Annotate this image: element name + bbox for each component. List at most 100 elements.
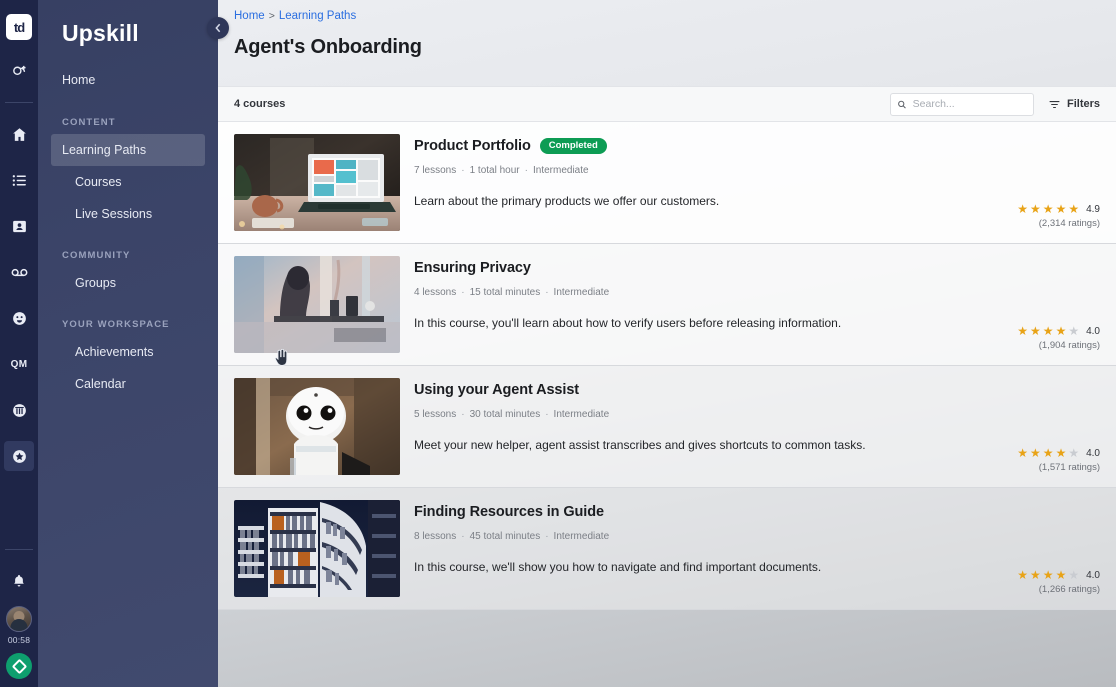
sidebar-item-calendar[interactable]: Calendar [51,368,205,400]
course-count: 4 courses [234,98,286,110]
meta-dot: · [545,287,549,298]
course-level: Intermediate [532,165,589,176]
star-icon: ★ [1030,324,1041,338]
course-lessons: 4 lessons [414,287,457,298]
star-icon: ★ [1055,568,1067,582]
avatar[interactable] [6,606,32,632]
rating-value: 4.0 [1086,325,1100,337]
ratings-count: (1,904 ratings) [1038,340,1100,351]
icon-rail: td QM 00:58 [0,0,38,687]
rail-divider-top [5,102,33,103]
list-icon[interactable] [4,165,34,195]
page-header: Home > Learning Paths Agent's Onboarding [218,0,1116,86]
ratings-count: (1,571 ratings) [1038,462,1100,473]
star-icon: ★ [1042,568,1054,582]
star-rating: ★ ★ ★ ★ ★ 4.9 [1017,203,1100,215]
star-icon-empty: ★ [1068,568,1080,582]
sidebar-item-home[interactable]: Home [38,63,218,97]
search-box[interactable] [889,92,1034,116]
session-timer: 00:58 [7,635,31,645]
mouse-cursor-pointer-icon [274,348,290,367]
course-title[interactable]: Using your Agent Assist [414,382,579,398]
course-level: Intermediate [553,287,610,298]
collapse-sidebar-button[interactable] [207,17,229,39]
course-duration: 30 total minutes [469,409,541,420]
course-lessons: 5 lessons [414,409,457,420]
breadcrumb-home[interactable]: Home [234,10,265,22]
sidebar-item-live-sessions[interactable]: Live Sessions [51,198,205,230]
star-rating: ★ ★ ★ ★ ★ 4.0 [1017,447,1100,459]
rating-value: 4.9 [1086,203,1100,215]
star-icon: ★ [1017,446,1029,460]
notifications-icon[interactable] [4,566,34,596]
star-icon: ★ [1055,202,1067,216]
course-card[interactable]: Finding Resources in Guide 8 lessons · 45 … [218,488,1116,610]
star-icon: ★ [1055,446,1067,460]
list-toolbar: 4 courses Filters [218,86,1116,122]
breadcrumb-separator: > [268,10,275,22]
voicemail-icon[interactable] [4,257,34,287]
brand-title: Upskill [62,20,139,46]
course-rating: ★ ★ ★ ★ ★ 4.0 (1,904 ratings) [1017,325,1100,351]
nav-group-content-title: CONTENT [62,117,116,128]
diamond-icon [11,658,27,674]
filter-icon [1049,100,1060,108]
course-duration: 1 total hour [469,165,520,176]
course-thumbnail-library[interactable] [234,500,400,597]
course-title-row: Ensuring Privacy [414,260,1100,276]
chevron-left-icon [215,23,221,33]
sidebar-item-groups[interactable]: Groups [51,267,205,299]
course-title[interactable]: Ensuring Privacy [414,260,531,276]
building-icon[interactable] [4,395,34,425]
course-duration: 45 total minutes [469,531,541,542]
course-card[interactable]: Product Portfolio Completed 7 lessons · 1 … [218,122,1116,244]
course-title-row: Product Portfolio Completed [414,138,1100,154]
messages-icon[interactable] [4,56,34,86]
sidebar-item-courses[interactable]: Courses [51,166,205,198]
course-rating: ★ ★ ★ ★ ★ 4.0 (1,266 ratings) [1017,569,1100,595]
nav-group-workspace-title: YOUR WORKSPACE [62,319,170,330]
star-icon: ★ [1042,202,1054,216]
star-rating: ★ ★ ★ ★ ★ 4.0 [1017,325,1100,337]
sidebar-item-achievements[interactable]: Achievements [51,336,205,368]
course-thumbnail-laptop-desk[interactable] [234,134,400,231]
status-available-button[interactable] [6,653,32,679]
course-card[interactable]: Ensuring Privacy 4 lessons · 15 total minu… [218,244,1116,366]
td-logo[interactable]: td [6,14,32,40]
meta-dot: · [545,409,549,420]
smiley-icon[interactable] [4,303,34,333]
course-thumbnail-robot[interactable] [234,378,400,475]
course-lessons: 7 lessons [414,165,457,176]
main-content: Home > Learning Paths Agent's Onboarding 4… [218,0,1116,687]
course-rating: ★ ★ ★ ★ ★ 4.0 (1,571 ratings) [1017,447,1100,473]
course-card[interactable]: Using your Agent Assist 5 lessons · 30 tot… [218,366,1116,488]
course-title[interactable]: Finding Resources in Guide [414,504,604,520]
course-title-row: Finding Resources in Guide [414,504,1100,520]
star-icon: ★ [1042,324,1054,338]
filters-button[interactable]: Filters [1048,98,1100,111]
course-level: Intermediate [553,409,610,420]
contact-card-icon[interactable] [4,211,34,241]
sidebar-item-learning-paths[interactable]: Learning Paths [51,134,205,166]
list-toolbar-right: Filters [889,92,1100,116]
search-icon [898,100,906,108]
star-icon: ★ [1042,446,1054,460]
course-meta: 7 lessons · 1 total hour · Intermediate [414,165,1100,176]
course-description: Learn about the primary products we offe… [414,194,720,208]
star-icon: ★ [1017,202,1029,216]
ratings-count: (2,314 ratings) [1038,218,1100,229]
course-meta: 8 lessons · 45 total minutes · Intermediate [414,531,1100,542]
course-thumbnail-person-window[interactable] [234,256,400,353]
course-title[interactable]: Product Portfolio [414,138,531,154]
star-badge-icon[interactable] [4,441,34,471]
course-duration: 15 total minutes [469,287,541,298]
course-body: Using your Agent Assist 5 lessons · 30 tot… [414,378,1100,475]
star-icon: ★ [1055,324,1067,338]
home-icon[interactable] [4,119,34,149]
course-meta: 5 lessons · 30 total minutes · Intermediate [414,409,1100,420]
search-input[interactable] [912,98,1027,110]
rail-bottom-section: 00:58 [0,550,38,687]
qm-icon[interactable]: QM [4,349,34,379]
course-description: Meet your new helper, agent assist trans… [414,438,866,452]
breadcrumb-learning-paths[interactable]: Learning Paths [279,10,356,22]
